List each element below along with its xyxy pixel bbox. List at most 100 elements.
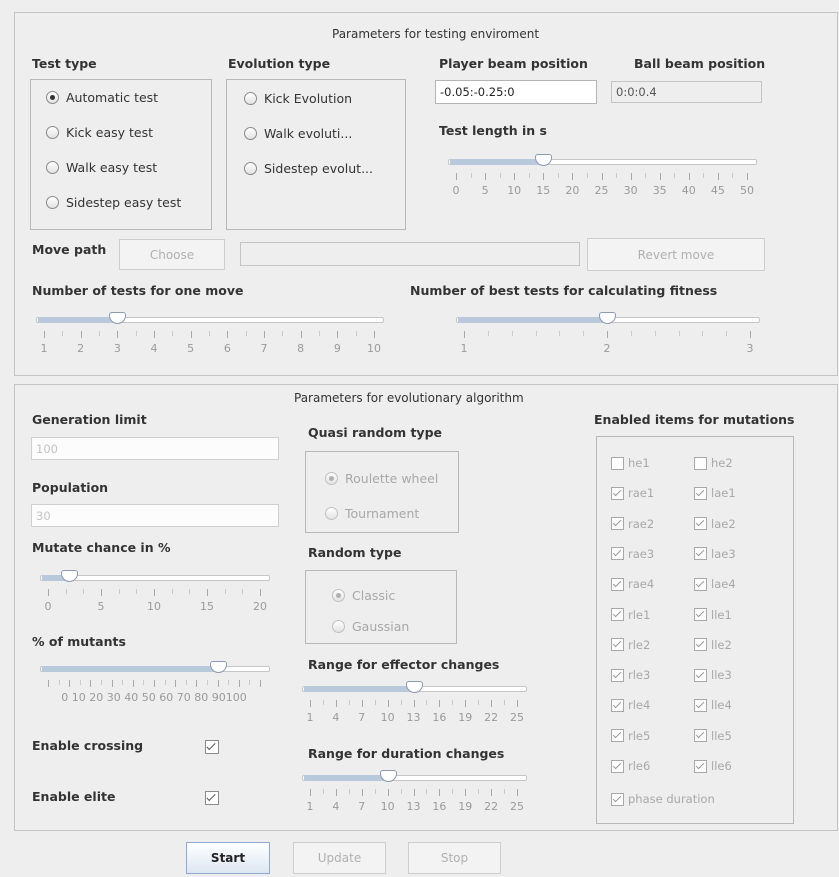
enable-crossing-checkbox[interactable] bbox=[205, 740, 219, 754]
mutation-checkbox-he2[interactable]: he2 bbox=[694, 456, 733, 470]
mutation-checkbox-rle6[interactable]: rle6 bbox=[611, 759, 650, 773]
slider-tick bbox=[69, 680, 71, 687]
mutation-checkbox-lae3[interactable]: lae3 bbox=[694, 547, 736, 561]
slider-tick bbox=[659, 173, 661, 180]
checkbox-label: lle3 bbox=[711, 668, 732, 683]
slider-tick bbox=[732, 173, 734, 178]
mutation-checkbox-rae1[interactable]: rae1 bbox=[611, 486, 654, 500]
mutation-checkbox-lle2[interactable]: lle2 bbox=[694, 638, 732, 652]
choose-button[interactable]: Choose bbox=[119, 239, 225, 270]
duration-range-slider[interactable]: 1 4 7 10 13 16 19 22 25 bbox=[300, 770, 527, 826]
mutation-checkbox-lae2[interactable]: lae2 bbox=[694, 517, 736, 531]
radio-classic[interactable]: Classic bbox=[332, 588, 395, 603]
slider-tick bbox=[238, 680, 240, 687]
slider-tick bbox=[111, 680, 113, 687]
radio-gaussian[interactable]: Gaussian bbox=[332, 619, 409, 634]
ball-beam-input bbox=[611, 81, 762, 103]
radio-walk-easy-test[interactable]: Walk easy test bbox=[46, 160, 157, 175]
mutation-checkbox-lle6[interactable]: lle6 bbox=[694, 759, 732, 773]
player-beam-input[interactable] bbox=[435, 80, 597, 104]
slider-tick bbox=[249, 680, 251, 685]
checkbox-label: lle2 bbox=[711, 637, 732, 652]
mutation-checkbox-rle2[interactable]: rle2 bbox=[611, 638, 650, 652]
mutation-checkbox-lle1[interactable]: lle1 bbox=[694, 608, 732, 622]
mutate-chance-slider[interactable]: 0 5 10 15 20 bbox=[34, 570, 278, 626]
mutation-checkbox-lle3[interactable]: lle3 bbox=[694, 668, 732, 682]
checkbox-label: rle3 bbox=[628, 668, 651, 683]
radio-label: Sidestep evolut... bbox=[264, 161, 373, 176]
slider-tick bbox=[747, 173, 748, 180]
radio-sidestep-evolut[interactable]: Sidestep evolut... bbox=[244, 161, 373, 176]
mutation-checkbox-rle3[interactable]: rle3 bbox=[611, 668, 650, 682]
radio-label: Automatic test bbox=[66, 90, 159, 105]
mutation-checkbox-rle4[interactable]: rle4 bbox=[611, 698, 650, 712]
slider-tick bbox=[117, 331, 119, 338]
radio-kick-easy-test[interactable]: Kick easy test bbox=[46, 125, 153, 140]
checkbox-icon bbox=[611, 668, 624, 682]
mutation-checkbox-he1[interactable]: he1 bbox=[611, 456, 650, 470]
pct-mutants-label: % of mutants bbox=[32, 634, 126, 649]
slider-tick bbox=[335, 789, 337, 796]
slider-tick bbox=[543, 173, 545, 180]
generation-limit-input[interactable] bbox=[31, 437, 279, 460]
mutation-checkbox-phase-duration[interactable]: phase duration bbox=[611, 792, 715, 806]
checkbox-label: lae4 bbox=[711, 577, 736, 592]
radio-kick-evolution[interactable]: Kick Evolution bbox=[244, 91, 352, 106]
slider-tick bbox=[645, 173, 647, 178]
checkbox-icon bbox=[611, 792, 624, 806]
radio-roulette-wheel[interactable]: Roulette wheel bbox=[325, 471, 438, 486]
radio-automatic-test[interactable]: Automatic test bbox=[46, 90, 158, 105]
stop-button[interactable]: Stop bbox=[408, 842, 501, 874]
slider-tick bbox=[499, 173, 501, 178]
mutation-checkbox-lae4[interactable]: lae4 bbox=[694, 577, 736, 591]
mutation-checkbox-lle5[interactable]: lle5 bbox=[694, 729, 732, 743]
slider-tick bbox=[387, 700, 389, 707]
slider-tick bbox=[154, 680, 155, 687]
population-input[interactable] bbox=[31, 504, 279, 527]
checkbox-icon bbox=[611, 456, 624, 470]
checkbox-icon bbox=[694, 547, 707, 561]
slider-tick-label: 13 bbox=[406, 711, 421, 724]
enable-elite-checkbox[interactable] bbox=[205, 791, 219, 805]
radio-label: Tournament bbox=[345, 506, 420, 521]
mutation-checkbox-rle1[interactable]: rle1 bbox=[611, 608, 650, 622]
slider-tick bbox=[135, 331, 137, 336]
tests-per-move-slider[interactable]: 1 2 3 4 5 6 7 8 9 10 bbox=[34, 312, 384, 368]
revert-move-button[interactable]: Revert move bbox=[587, 238, 765, 271]
checkbox-icon bbox=[611, 729, 624, 743]
mutation-checkbox-rae3[interactable]: rae3 bbox=[611, 547, 654, 561]
testing-params-title: Parameters for testing enviroment bbox=[332, 27, 540, 41]
mutation-checkbox-lae1[interactable]: lae1 bbox=[694, 486, 736, 500]
checkbox-icon bbox=[611, 608, 624, 621]
mutation-checkbox-lle4[interactable]: lle4 bbox=[694, 698, 732, 712]
effector-range-label: Range for effector changes bbox=[308, 657, 500, 672]
checkbox-label: rae3 bbox=[628, 546, 655, 561]
checkbox-icon bbox=[694, 759, 707, 773]
checkbox-label: lae2 bbox=[711, 516, 736, 531]
checkbox-label: rae4 bbox=[628, 577, 655, 592]
slider-tick bbox=[517, 789, 518, 796]
slider-tick-label: 25 bbox=[510, 711, 524, 724]
best-tests-slider[interactable]: 1 2 3 bbox=[450, 312, 760, 368]
checkbox-label: he2 bbox=[711, 456, 733, 470]
effector-range-slider[interactable]: 1 4 7 10 13 16 19 22 25 bbox=[300, 681, 527, 737]
mutation-checkbox-rae2[interactable]: rae2 bbox=[611, 517, 654, 531]
slider-tick bbox=[465, 700, 467, 707]
radio-tournament[interactable]: Tournament bbox=[325, 506, 419, 521]
slider-tick bbox=[452, 700, 454, 705]
update-button[interactable]: Update bbox=[293, 842, 386, 874]
checkbox-icon bbox=[694, 517, 707, 531]
slider-tick bbox=[607, 331, 608, 338]
test-length-slider[interactable]: 0 5 10 15 20 25 30 35 40 45 50 bbox=[440, 154, 760, 210]
start-button[interactable]: Start bbox=[186, 842, 270, 874]
slider-tick-label: 16 bbox=[432, 800, 447, 813]
radio-sidestep-easy-test[interactable]: Sidestep easy test bbox=[46, 195, 181, 210]
checkbox-icon bbox=[611, 638, 624, 652]
slider-tick bbox=[132, 680, 134, 687]
mutation-checkbox-rae4[interactable]: rae4 bbox=[611, 577, 654, 591]
pct-mutants-slider[interactable]: 0 10 20 30 40 50 60 70 80 90100 bbox=[34, 661, 278, 717]
checkbox-label: phase duration bbox=[628, 792, 715, 806]
checkbox-label: rle5 bbox=[628, 728, 651, 743]
radio-walk-evoluti[interactable]: Walk evoluti... bbox=[244, 126, 352, 141]
mutation-checkbox-rle5[interactable]: rle5 bbox=[611, 729, 650, 743]
